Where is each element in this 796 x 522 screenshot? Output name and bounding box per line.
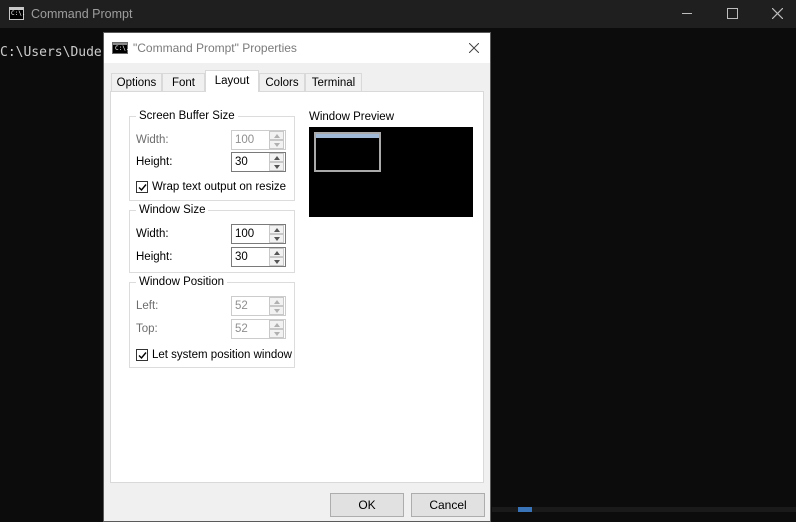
window-width-stepper[interactable]: 100 — [231, 224, 286, 244]
close-icon[interactable] — [755, 0, 796, 28]
spin-up-icon[interactable] — [269, 131, 284, 140]
spin-down-icon[interactable] — [269, 140, 284, 149]
console-app-icon: C:\. — [112, 42, 130, 54]
buffer-height-value: 30 — [235, 156, 248, 168]
wrap-text-label[interactable]: Wrap text output on resize — [152, 181, 286, 193]
spin-up-icon[interactable] — [269, 248, 284, 257]
taskbar-strip — [492, 507, 796, 512]
window-size-group: Window Size Width: 100 Height: 30 — [129, 203, 295, 273]
console-icon-text: C:\. — [11, 10, 26, 17]
maximize-icon[interactable] — [709, 0, 755, 28]
spin-buttons — [269, 153, 285, 171]
window-height-value: 30 — [235, 251, 248, 263]
position-left-stepper[interactable]: 52 — [231, 296, 286, 316]
console-prompt[interactable]: C:\Users\Dude — [0, 45, 102, 60]
spin-down-icon[interactable] — [269, 234, 284, 243]
checkmark-icon — [138, 184, 147, 192]
buffer-width-stepper[interactable]: 100 — [231, 130, 286, 150]
buffer-height-label: Height: — [136, 156, 173, 168]
spin-buttons — [269, 225, 285, 243]
position-left-label: Left: — [136, 300, 159, 312]
spin-up-icon[interactable] — [269, 297, 284, 306]
spin-down-icon[interactable] — [269, 257, 284, 266]
spin-down-icon[interactable] — [269, 162, 284, 171]
spin-up-icon[interactable] — [269, 225, 284, 234]
window-height-stepper[interactable]: 30 — [231, 247, 286, 267]
window-width-value: 100 — [235, 228, 255, 240]
buffer-width-value: 100 — [235, 134, 255, 146]
dialog-close-button[interactable] — [462, 37, 486, 59]
tab-layout[interactable]: Layout — [205, 70, 259, 92]
position-top-value: 52 — [235, 323, 248, 335]
window-position-group: Window Position Left: 52 Top: 52 Let sys… — [129, 275, 295, 368]
screen-buffer-group: Screen Buffer Size Width: 100 Height: 30 — [129, 109, 295, 201]
console-title: Command Prompt — [31, 7, 133, 21]
window-position-title: Window Position — [136, 275, 228, 289]
preview-window-icon — [314, 132, 381, 172]
buffer-width-label: Width: — [136, 134, 169, 146]
window-height-label: Height: — [136, 251, 173, 263]
dialog-title: "Command Prompt" Properties — [133, 41, 297, 55]
wrap-text-checkbox[interactable] — [136, 181, 148, 193]
window-preview — [309, 127, 473, 217]
window-preview-label: Window Preview — [309, 111, 394, 123]
dialog-titlebar[interactable]: C:\. "Command Prompt" Properties — [104, 33, 490, 63]
spin-buttons — [269, 320, 285, 338]
properties-dialog: C:\. "Command Prompt" Properties Options… — [103, 32, 491, 522]
dialog-icon-text: C:\. — [115, 45, 130, 52]
cancel-button[interactable]: Cancel — [411, 493, 485, 517]
position-left-value: 52 — [235, 300, 248, 312]
window-size-title: Window Size — [136, 203, 209, 217]
position-top-stepper[interactable]: 52 — [231, 319, 286, 339]
spin-up-icon[interactable] — [269, 153, 284, 162]
ok-button[interactable]: OK — [330, 493, 404, 517]
tab-terminal[interactable]: Terminal — [305, 73, 362, 91]
spin-buttons — [269, 131, 285, 149]
screen-buffer-title: Screen Buffer Size — [136, 109, 238, 123]
spin-down-icon[interactable] — [269, 329, 284, 338]
spin-buttons — [269, 248, 285, 266]
layout-tab-panel: Screen Buffer Size Width: 100 Height: 30 — [110, 91, 484, 483]
system-position-label[interactable]: Let system position window — [152, 349, 292, 361]
minimize-icon[interactable] — [664, 0, 710, 28]
close-icon — [469, 43, 479, 53]
console-app-icon: C:\. — [9, 7, 26, 20]
console-titlebar[interactable]: C:\. Command Prompt — [0, 0, 796, 28]
checkmark-icon — [138, 352, 147, 360]
spin-buttons — [269, 297, 285, 315]
tab-options[interactable]: Options — [111, 73, 162, 91]
buffer-height-stepper[interactable]: 30 — [231, 152, 286, 172]
window-width-label: Width: — [136, 228, 169, 240]
position-top-label: Top: — [136, 323, 158, 335]
tab-colors[interactable]: Colors — [259, 73, 305, 91]
system-position-checkbox[interactable] — [136, 349, 148, 361]
spin-down-icon[interactable] — [269, 306, 284, 315]
tab-font[interactable]: Font — [162, 73, 205, 91]
spin-up-icon[interactable] — [269, 320, 284, 329]
